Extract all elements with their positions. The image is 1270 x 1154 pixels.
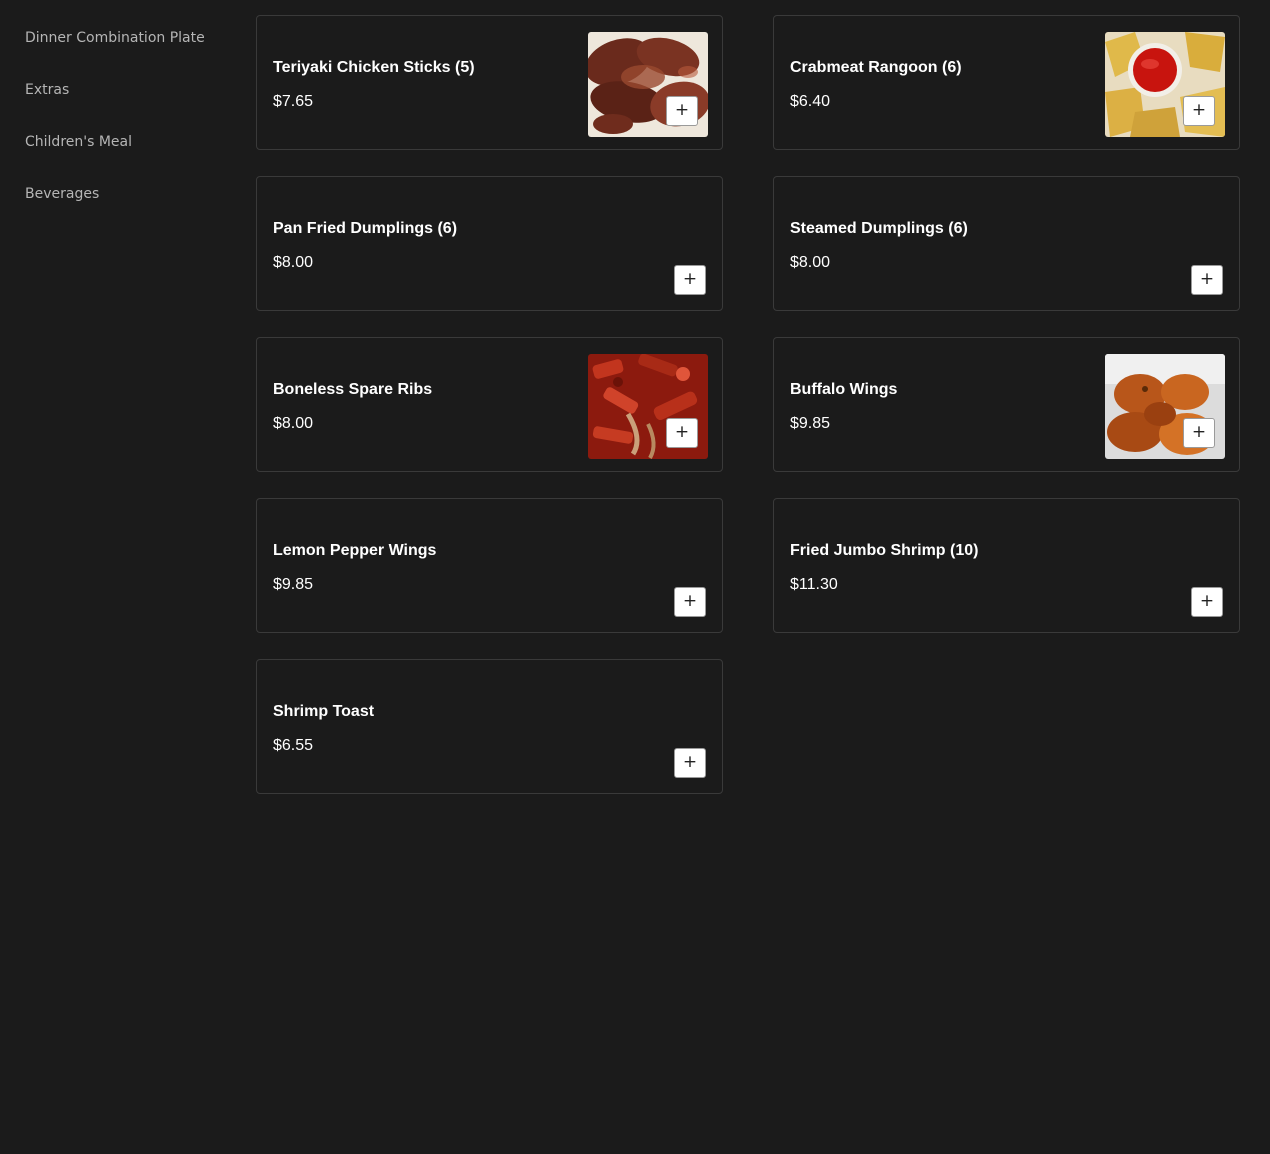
menu-item-card[interactable]: Steamed Dumplings (6) $8.00 + xyxy=(773,176,1240,311)
sidebar-item-dinner-combination-plate[interactable]: Dinner Combination Plate xyxy=(25,30,205,46)
sidebar-item-childrens-meal[interactable]: Children's Meal xyxy=(25,134,132,150)
add-to-cart-button[interactable]: + xyxy=(1191,265,1223,295)
menu-item-card[interactable]: Buffalo Wings $9.85 + xyxy=(773,337,1240,472)
menu-item-name: Teriyaki Chicken Sticks (5) xyxy=(273,59,475,76)
menu-item-price: $8.00 xyxy=(273,254,314,271)
menu-item-name: Boneless Spare Ribs xyxy=(273,381,433,398)
add-to-cart-button[interactable]: + xyxy=(674,587,706,617)
menu-item-price: $9.85 xyxy=(273,576,314,593)
add-to-cart-button[interactable]: + xyxy=(666,418,698,448)
menu-item-price: $6.55 xyxy=(273,737,314,754)
menu-item-name: Crabmeat Rangoon (6) xyxy=(790,59,962,76)
menu-item-price: $6.40 xyxy=(790,93,831,110)
sidebar-item-beverages[interactable]: Beverages xyxy=(25,186,99,202)
menu-item-card[interactable]: Lemon Pepper Wings $9.85 + xyxy=(256,498,723,633)
menu-item-name: Shrimp Toast xyxy=(273,703,375,720)
menu-item-card[interactable]: Fried Jumbo Shrimp (10) $11.30 + xyxy=(773,498,1240,633)
menu-item-name: Steamed Dumplings (6) xyxy=(790,220,968,237)
add-to-cart-button[interactable]: + xyxy=(1191,587,1223,617)
menu-item-name: Lemon Pepper Wings xyxy=(273,542,437,559)
sidebar-item-extras[interactable]: Extras xyxy=(25,82,69,98)
menu-item-card[interactable]: Shrimp Toast $6.55 + xyxy=(256,659,723,794)
menu-item-name: Buffalo Wings xyxy=(790,381,898,398)
menu-item-card[interactable]: Boneless Spare Ribs $8.00 + xyxy=(256,337,723,472)
add-to-cart-button[interactable]: + xyxy=(674,748,706,778)
menu-item-price: $11.30 xyxy=(790,576,838,593)
menu-item-name: Pan Fried Dumplings (6) xyxy=(273,220,458,237)
menu-item-card[interactable]: Crabmeat Rangoon (6) $6.40 + xyxy=(773,15,1240,150)
menu-item-name: Fried Jumbo Shrimp (10) xyxy=(790,542,979,559)
menu-item-price: $9.85 xyxy=(790,415,831,432)
menu-item-price: $7.65 xyxy=(273,93,314,110)
add-to-cart-button[interactable]: + xyxy=(666,96,698,126)
menu-item-card[interactable]: Pan Fried Dumplings (6) $8.00 + xyxy=(256,176,723,311)
menu-item-card[interactable]: Teriyaki Chicken Sticks (5) $7.65 + xyxy=(256,15,723,150)
menu-item-price: $8.00 xyxy=(273,415,314,432)
add-to-cart-button[interactable]: + xyxy=(1183,418,1215,448)
menu-item-price: $8.00 xyxy=(790,254,831,271)
add-to-cart-button[interactable]: + xyxy=(674,265,706,295)
add-to-cart-button[interactable]: + xyxy=(1183,96,1215,126)
